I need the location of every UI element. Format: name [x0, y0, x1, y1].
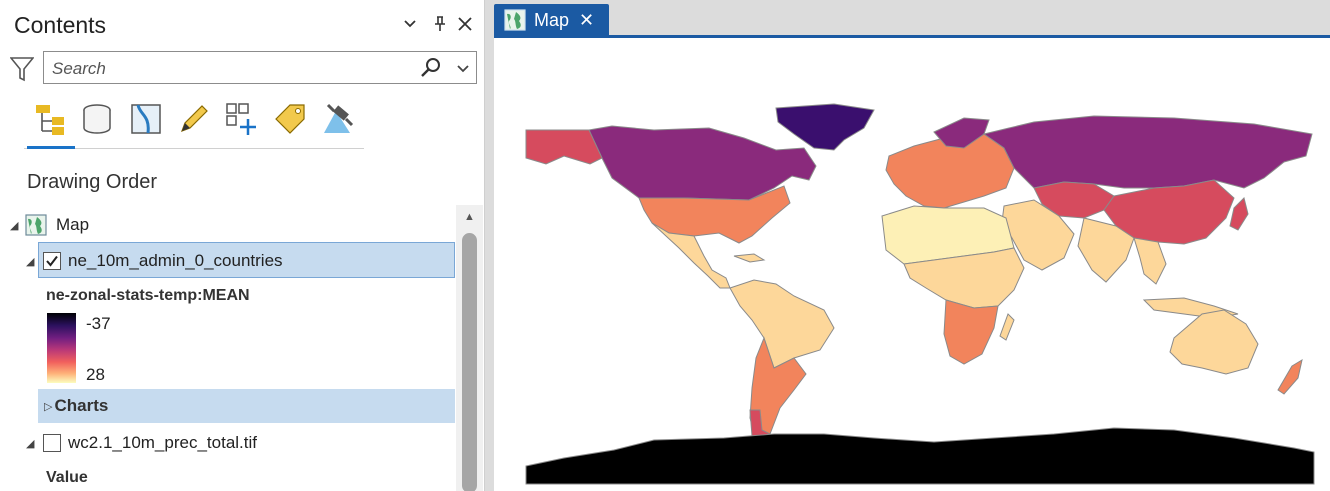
- tree-item-layer-precip[interactable]: ◢ wc2.1_10m_prec_total.tif: [26, 426, 257, 460]
- map-label: Map: [56, 215, 90, 234]
- tree-item-layer-countries[interactable]: ◢ ne_10m_admin_0_countries: [26, 244, 283, 278]
- scrollbar-thumb[interactable]: [462, 233, 477, 491]
- scroll-up-icon[interactable]: ▲: [456, 205, 483, 229]
- symbology-field-label: ne-zonal-stats-temp:MEAN: [46, 287, 250, 304]
- pin-icon[interactable]: [429, 12, 451, 36]
- pane-options-icon[interactable]: [399, 12, 421, 36]
- snapping-icon[interactable]: [222, 96, 262, 142]
- region-southeast-asia[interactable]: [1133, 237, 1167, 285]
- label-tag-icon[interactable]: [270, 96, 310, 142]
- map-tab-strip: [494, 0, 1330, 36]
- satellite-icon[interactable]: [318, 96, 358, 142]
- tree-item-map[interactable]: ◢ Map: [10, 208, 89, 242]
- region-greenland[interactable]: [775, 103, 875, 151]
- data-source-icon[interactable]: [77, 96, 117, 142]
- active-tool-indicator: [27, 146, 75, 149]
- pane-title: Contents: [14, 12, 107, 38]
- tab-title: Map: [534, 9, 570, 30]
- search-box: [43, 51, 477, 84]
- close-icon[interactable]: [454, 12, 476, 36]
- symbology-field-label: Value: [46, 469, 88, 486]
- region-japan[interactable]: [1229, 197, 1249, 231]
- legend-color-ramp: [47, 313, 76, 383]
- region-south-america-north[interactable]: [729, 279, 835, 369]
- search-input[interactable]: [50, 57, 414, 81]
- collapse-arrow-icon[interactable]: ◢: [10, 219, 22, 232]
- region-new-zealand[interactable]: [1277, 358, 1303, 395]
- section-heading: Drawing Order: [27, 171, 158, 193]
- region-russia[interactable]: [982, 115, 1313, 189]
- chevron-down-icon[interactable]: [454, 59, 472, 77]
- region-australia[interactable]: [1169, 309, 1259, 375]
- filter-icon[interactable]: [9, 56, 35, 82]
- tree-item-charts[interactable]: ▷ Charts: [44, 389, 108, 423]
- region-alaska[interactable]: [525, 129, 603, 165]
- layer-visibility-checkbox[interactable]: [43, 252, 61, 270]
- contents-toolbar: [24, 96, 364, 149]
- close-icon[interactable]: ✕: [579, 10, 594, 31]
- layer-visibility-checkbox[interactable]: [43, 434, 61, 452]
- pane-header: Contents: [0, 0, 484, 46]
- charts-label: Charts: [54, 396, 109, 415]
- map-canvas[interactable]: [494, 38, 1330, 491]
- checkmark-icon: [46, 255, 58, 267]
- region-caribbean[interactable]: [733, 253, 766, 263]
- world-map[interactable]: [494, 38, 1330, 491]
- map-icon: [25, 214, 47, 236]
- selection-icon[interactable]: [126, 96, 166, 142]
- tab-map[interactable]: Map ✕: [494, 4, 609, 36]
- contents-pane: Contents Search Drawing Order ◢ Map ◢ ne…: [0, 0, 485, 491]
- legend-low-value: 28: [86, 365, 105, 384]
- region-antarctica[interactable]: [525, 427, 1315, 485]
- collapse-arrow-icon[interactable]: ◢: [26, 255, 38, 268]
- layer-label: ne_10m_admin_0_countries: [68, 251, 283, 270]
- drawing-order-icon[interactable]: [30, 96, 70, 142]
- layer-label: wc2.1_10m_prec_total.tif: [68, 433, 257, 452]
- region-madagascar[interactable]: [999, 313, 1015, 341]
- search-icon[interactable]: [420, 57, 442, 79]
- collapse-arrow-icon[interactable]: ◢: [26, 437, 38, 450]
- map-icon: [504, 9, 526, 31]
- pencil-icon[interactable]: [174, 96, 214, 142]
- expand-arrow-icon[interactable]: ▷: [44, 400, 52, 413]
- legend-high-value: -37: [86, 314, 111, 333]
- region-africa-south[interactable]: [943, 299, 999, 365]
